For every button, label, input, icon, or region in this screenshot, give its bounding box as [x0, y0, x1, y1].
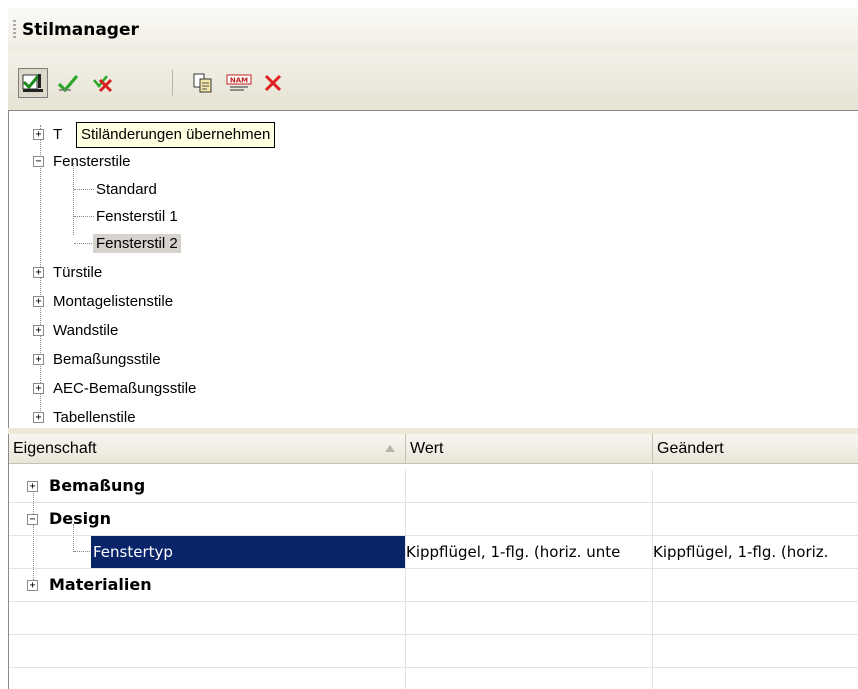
property-name: Bemaßung	[49, 476, 146, 495]
tree-item-label: Fensterstile	[53, 152, 131, 170]
grid-row-empty	[9, 668, 858, 689]
tree-item-bemassungsstile[interactable]: + Bemaßungsstile	[33, 346, 164, 372]
property-name: Materialien	[49, 575, 152, 594]
property-grid[interactable]: Eigenschaft Wert Geändert + Bemaßung − D…	[8, 434, 858, 689]
tree-item-truncated[interactable]: + T	[33, 121, 65, 147]
expand-icon[interactable]: +	[27, 580, 38, 591]
title-bar: Stilmanager	[8, 8, 858, 52]
grid-row-bemassung[interactable]: + Bemaßung	[9, 470, 858, 503]
apply-style-changes-icon	[22, 74, 43, 92]
copy-style-button[interactable]	[188, 68, 218, 98]
tree-item-aec-bemassungsstile[interactable]: + AEC-Bemaßungsstile	[33, 375, 199, 401]
discard-changes-button[interactable]	[88, 68, 118, 98]
tree-item-standard[interactable]: Standard	[93, 176, 160, 202]
tree-item-label: Bemaßungsstile	[53, 350, 161, 368]
property-changed	[653, 569, 858, 601]
column-header-label: Wert	[410, 440, 444, 457]
expand-icon[interactable]: +	[27, 481, 38, 492]
tree-item-label: Wandstile	[53, 321, 119, 339]
tree-item-label: Standard	[96, 180, 157, 198]
apply-all-changes-icon	[57, 74, 79, 93]
grid-row-empty	[9, 635, 858, 668]
tree-item-wandstile[interactable]: + Wandstile	[33, 317, 121, 343]
property-changed	[653, 503, 858, 535]
tree-item-tuerstile[interactable]: + Türstile	[33, 259, 105, 285]
copy-style-icon	[193, 73, 212, 93]
rename-style-icon: NAM	[226, 74, 252, 91]
column-header-wert[interactable]: Wert	[406, 434, 653, 464]
expand-icon[interactable]: +	[33, 266, 44, 278]
column-header-label: Geändert	[657, 440, 724, 457]
collapse-icon[interactable]: −	[33, 155, 44, 167]
property-value[interactable]: Kippflügel, 1-flg. (horiz. unte	[406, 536, 653, 568]
property-value	[406, 470, 653, 502]
property-name: Design	[49, 509, 111, 528]
toolbar-separator	[172, 70, 173, 96]
grid-row-materialien[interactable]: + Materialien	[9, 569, 858, 602]
toolbar: NAM	[8, 52, 858, 110]
tree-item-label: Montagelistenstile	[53, 292, 174, 310]
discard-changes-icon	[93, 75, 113, 93]
tree-item-label: Fensterstil 2	[93, 233, 181, 253]
tree-item-montagelistenstile[interactable]: + Montagelistenstile	[33, 288, 176, 314]
apply-all-changes-button[interactable]	[54, 68, 84, 98]
delete-style-icon	[264, 74, 282, 92]
collapse-icon[interactable]: −	[27, 514, 38, 525]
grid-row-fenstertyp[interactable]: Fenstertyp Kippflügel, 1-flg. (horiz. un…	[9, 536, 858, 569]
tree-item-fensterstile[interactable]: − Fensterstile	[33, 148, 134, 174]
apply-style-changes-button[interactable]	[18, 68, 48, 98]
tree-item-label: AEC-Bemaßungsstile	[53, 379, 197, 397]
rename-style-button[interactable]: NAM	[224, 68, 254, 98]
column-header-geaendert[interactable]: Geändert	[653, 434, 858, 464]
drag-grip[interactable]	[13, 20, 16, 40]
tree-item-fensterstil-2[interactable]: Fensterstil 2	[93, 230, 181, 256]
tree-item-fensterstil-1[interactable]: Fensterstil 1	[93, 203, 181, 229]
expand-icon[interactable]: +	[33, 324, 44, 336]
grid-header: Eigenschaft Wert Geändert	[9, 434, 858, 464]
tooltip: Stiländerungen übernehmen	[76, 122, 276, 148]
column-header-eigenschaft[interactable]: Eigenschaft	[9, 434, 406, 464]
svg-text:NAM: NAM	[230, 77, 248, 85]
expand-icon[interactable]: +	[33, 128, 44, 140]
tree-connector	[74, 189, 94, 190]
grid-row-design[interactable]: − Design	[9, 503, 858, 536]
property-value	[406, 503, 653, 535]
panel-title: Stilmanager	[22, 20, 139, 40]
expand-icon[interactable]: +	[33, 382, 44, 394]
property-changed: Kippflügel, 1-flg. (horiz.	[653, 543, 829, 561]
grid-row-empty	[9, 602, 858, 635]
expand-icon[interactable]: +	[33, 295, 44, 307]
sort-ascending-icon	[385, 445, 395, 452]
property-name[interactable]: Fenstertyp	[91, 536, 405, 568]
column-header-label: Eigenschaft	[13, 440, 97, 457]
property-value	[406, 569, 653, 601]
tree-connector	[74, 243, 94, 244]
tree-item-tabellenstile[interactable]: + Tabellenstile	[33, 404, 139, 428]
tree-item-label: Fensterstil 1	[96, 207, 178, 225]
style-tree[interactable]: + T − Fensterstile Standard Fensterstil …	[8, 110, 858, 428]
tree-connector	[74, 216, 94, 217]
delete-style-button[interactable]	[258, 68, 288, 98]
tree-item-label: Tabellenstile	[53, 408, 136, 426]
tree-item-label: Türstile	[53, 263, 103, 281]
expand-icon[interactable]: +	[33, 353, 44, 365]
tree-item-label: T	[53, 125, 63, 143]
expand-icon[interactable]: +	[33, 411, 44, 423]
property-changed	[653, 470, 858, 502]
